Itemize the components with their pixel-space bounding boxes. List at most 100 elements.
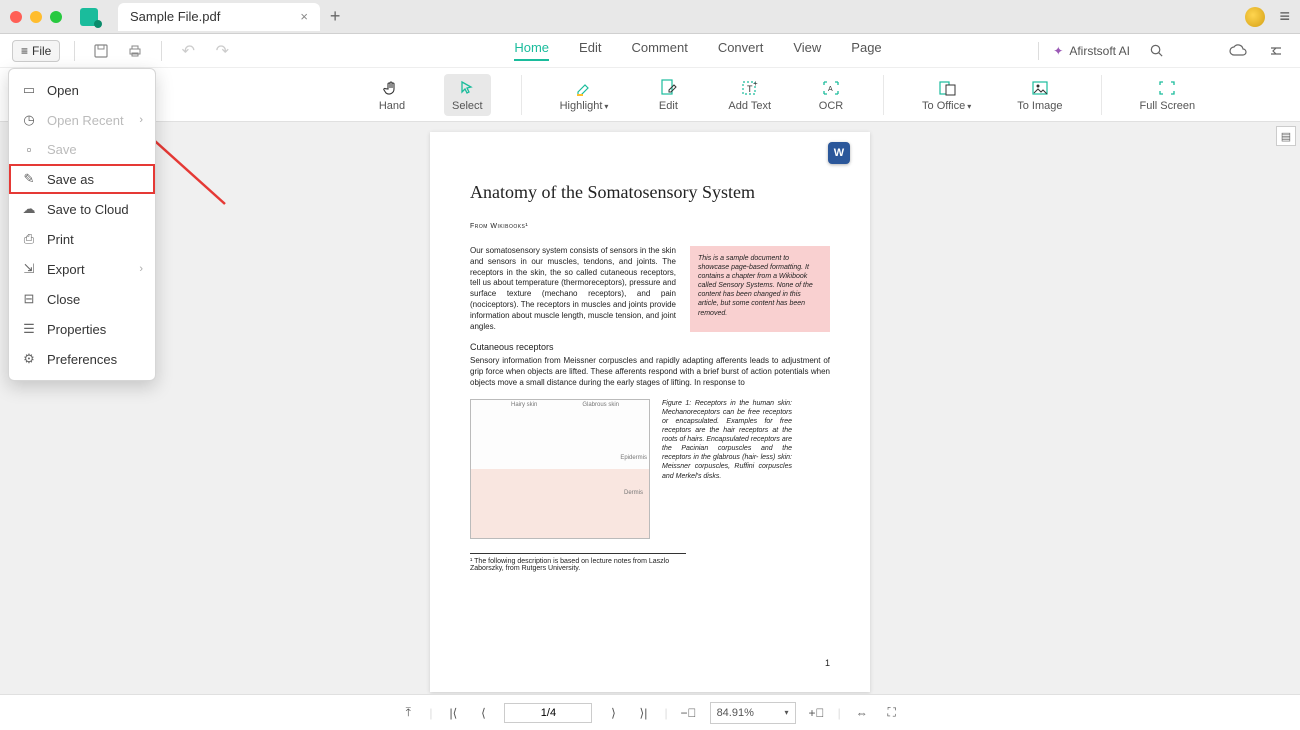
scroll-top-icon[interactable]: ⤒: [399, 705, 417, 720]
new-tab-button[interactable]: +: [330, 6, 341, 27]
add-text-icon: T+: [740, 78, 760, 98]
word-badge-icon[interactable]: W: [828, 142, 850, 164]
fit-page-icon[interactable]: ⛶: [883, 705, 901, 720]
ocr-tool[interactable]: A OCR: [809, 74, 853, 116]
save-as-icon: ✎: [21, 171, 37, 187]
document-canvas[interactable]: ▤ W Anatomy of the Somatosensory System …: [0, 122, 1300, 694]
doc-title: Anatomy of the Somatosensory System: [470, 182, 830, 203]
ai-label: Afirstsoft AI: [1069, 44, 1130, 58]
menu-save[interactable]: ▫Save: [9, 135, 155, 164]
ai-button[interactable]: ✦ Afirstsoft AI: [1053, 44, 1130, 58]
select-tool[interactable]: Select: [444, 74, 491, 116]
menu-open[interactable]: ▭Open: [9, 75, 155, 105]
doc-sidebar-note: This is a sample document to showcase pa…: [690, 246, 830, 332]
folder-icon: ▭: [21, 82, 37, 98]
traffic-lights: [10, 11, 62, 23]
menu-properties[interactable]: ☰Properties: [9, 314, 155, 344]
document-tab[interactable]: Sample File.pdf ×: [118, 3, 320, 31]
side-panel-toggle-icon[interactable]: ▤: [1276, 126, 1296, 146]
zoom-select[interactable]: 84.91%▾: [710, 702, 796, 724]
menu-save-cloud[interactable]: ☁Save to Cloud: [9, 194, 155, 224]
highlight-tool[interactable]: Highlight▾: [552, 74, 617, 116]
edit-doc-icon: [658, 78, 678, 98]
undo-icon[interactable]: ↶: [176, 39, 200, 63]
clock-icon: ◷: [21, 112, 37, 128]
close-icon: ⊟: [21, 291, 37, 307]
app-logo-icon: [80, 8, 98, 26]
ocr-icon: A: [821, 78, 841, 98]
hand-icon: [382, 78, 402, 98]
fit-width-icon[interactable]: ⇔: [853, 706, 871, 720]
fullscreen-icon: [1157, 78, 1177, 98]
menu-save-as[interactable]: ✎Save as: [9, 164, 155, 194]
office-icon: [937, 78, 957, 98]
tab-view[interactable]: View: [793, 40, 821, 61]
top-toolbar: ≡ File ↶ ↷ Home Edit Comment Convert Vie…: [0, 34, 1300, 68]
figure-illustration: Hairy skin Glabrous skin Epidermis Dermi…: [470, 399, 650, 539]
chevron-right-icon: ›: [139, 263, 143, 275]
highlighter-icon: [574, 78, 594, 98]
next-page-icon[interactable]: ⟩: [604, 706, 622, 720]
to-office-tool[interactable]: To Office▾: [914, 74, 979, 116]
menu-export[interactable]: ⇲Export›: [9, 254, 155, 284]
save-icon[interactable]: [89, 39, 113, 63]
footnote: ¹ The following description is based on …: [470, 553, 686, 572]
svg-text:A: A: [828, 86, 833, 93]
file-label: File: [32, 44, 51, 58]
zoom-out-icon[interactable]: −⃝: [680, 706, 698, 720]
tab-home[interactable]: Home: [514, 40, 549, 61]
doc-subtitle: From Wikibooks¹: [470, 223, 830, 230]
first-page-icon[interactable]: |⟨: [444, 706, 462, 720]
redo-icon[interactable]: ↷: [210, 39, 234, 63]
doc-para2: Sensory information from Meissner corpus…: [470, 356, 830, 388]
properties-icon: ☰: [21, 321, 37, 337]
search-icon[interactable]: [1144, 39, 1168, 63]
chevron-down-icon: ▾: [785, 708, 789, 717]
chevron-right-icon: ›: [139, 114, 143, 126]
zoom-in-icon[interactable]: +⃝: [808, 706, 826, 720]
image-icon: [1030, 78, 1050, 98]
tab-convert[interactable]: Convert: [718, 40, 764, 61]
app-menu-icon[interactable]: ≡: [1279, 6, 1290, 27]
sparkle-icon: ✦: [1053, 44, 1063, 58]
file-menu-button[interactable]: ≡ File: [12, 40, 60, 62]
cloud-icon: ☁: [21, 201, 37, 217]
edit-tool[interactable]: Edit: [646, 74, 690, 116]
minimize-window-icon[interactable]: [30, 11, 42, 23]
tab-page[interactable]: Page: [851, 40, 881, 61]
export-icon: ⇲: [21, 261, 37, 277]
cloud-icon[interactable]: [1226, 39, 1250, 63]
main-tabs: Home Edit Comment Convert View Page: [514, 40, 881, 61]
add-text-tool[interactable]: T+ Add Text: [720, 74, 779, 116]
tab-comment[interactable]: Comment: [631, 40, 687, 61]
user-avatar-icon[interactable]: [1245, 7, 1265, 27]
menu-preferences[interactable]: ⚙Preferences: [9, 344, 155, 374]
menu-open-recent[interactable]: ◷Open Recent›: [9, 105, 155, 135]
page-input[interactable]: [504, 703, 592, 723]
prev-page-icon[interactable]: ⟨: [474, 706, 492, 720]
doc-heading2: Cutaneous receptors: [470, 342, 830, 352]
tab-edit[interactable]: Edit: [579, 40, 601, 61]
print-icon[interactable]: [123, 39, 147, 63]
page-number: 1: [825, 658, 830, 668]
menu-print[interactable]: ⎙Print: [9, 224, 155, 254]
menu-close[interactable]: ⊟Close: [9, 284, 155, 314]
tab-close-icon[interactable]: ×: [300, 9, 308, 24]
save-icon: ▫: [21, 142, 37, 157]
fullscreen-tool[interactable]: Full Screen: [1132, 74, 1204, 116]
maximize-window-icon[interactable]: [50, 11, 62, 23]
titlebar: Sample File.pdf × + ≡: [0, 0, 1300, 34]
last-page-icon[interactable]: ⟩|: [634, 706, 652, 720]
svg-text:+: +: [753, 79, 758, 88]
ribbon: Hand Select Highlight▾ Edit T+ Add Text …: [0, 68, 1300, 122]
to-image-tool[interactable]: To Image: [1009, 74, 1070, 116]
pdf-page: W Anatomy of the Somatosensory System Fr…: [430, 132, 870, 692]
file-dropdown-menu: ▭Open ◷Open Recent› ▫Save ✎Save as ☁Save…: [8, 68, 156, 381]
collapse-ribbon-icon[interactable]: [1264, 39, 1288, 63]
tab-title: Sample File.pdf: [130, 9, 220, 24]
hand-tool[interactable]: Hand: [370, 74, 414, 116]
cursor-icon: [457, 78, 477, 98]
print-icon: ⎙: [21, 231, 37, 247]
close-window-icon[interactable]: [10, 11, 22, 23]
status-bar: ⤒ | |⟨ ⟨ ⟩ ⟩| | −⃝ 84.91%▾ +⃝ | ⇔ ⛶: [0, 694, 1300, 730]
